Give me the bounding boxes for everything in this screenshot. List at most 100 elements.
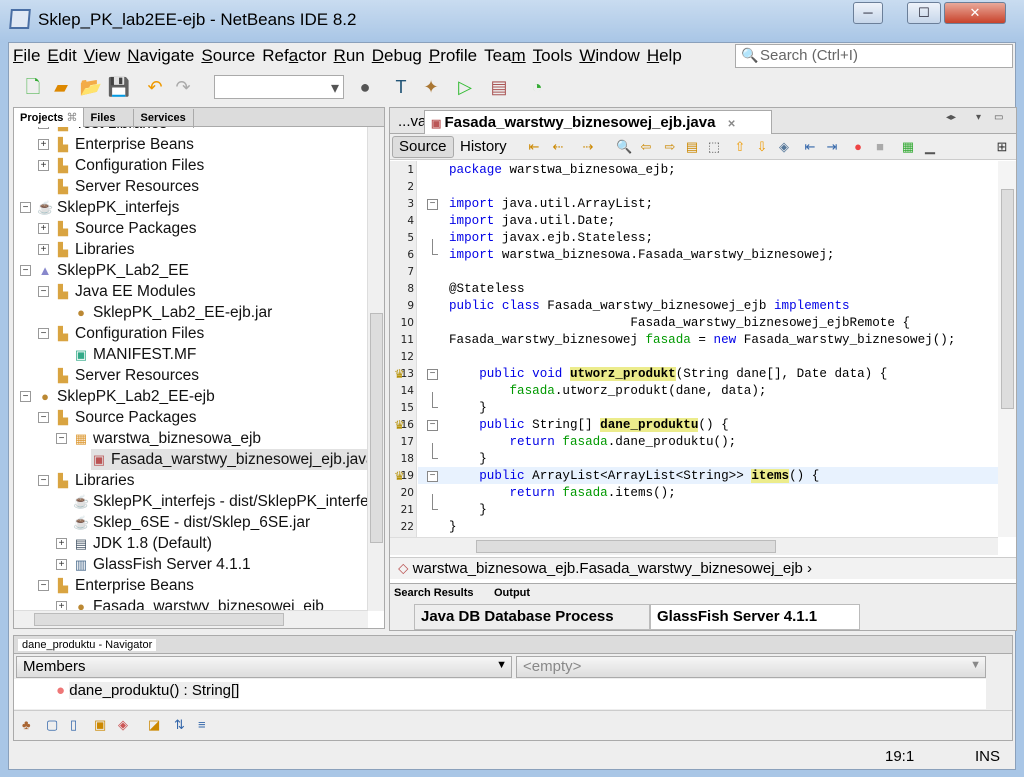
tree-item[interactable]: + ● Fasada_warstwy_biznesowej_ejb	[56, 596, 324, 611]
menu-item[interactable]: Source	[198, 43, 258, 69]
tree-item[interactable]: − ● SklepPK_Lab2_EE-ejb	[20, 386, 215, 407]
comment-icon[interactable]: ▦	[900, 139, 916, 155]
menu-item[interactable]: Navigate	[124, 43, 197, 69]
tree-item[interactable]: − ▲ SklepPK_Lab2_EE	[20, 260, 189, 281]
collapse-icon[interactable]: −	[38, 286, 49, 298]
fold-collapse-icon[interactable]: −	[427, 199, 438, 210]
navigator-item[interactable]: ● dane_produktu() : String[]	[56, 682, 240, 699]
collapse-icon[interactable]: −	[38, 475, 49, 487]
tab-scroll-icon[interactable]: ◂▸	[946, 112, 956, 123]
tree-item[interactable]: − ▙ Libraries	[38, 470, 134, 491]
tab-services[interactable]: Services	[134, 109, 195, 128]
tab-search-results[interactable]: Search Results	[394, 587, 473, 599]
secondary-dropdown[interactable]: <empty> ▼	[516, 656, 986, 678]
expand-icon[interactable]: +	[38, 160, 49, 172]
configuration-dropdown[interactable]	[214, 75, 344, 99]
close-tab-icon[interactable]: ✕	[727, 119, 735, 130]
history-button[interactable]: History	[456, 136, 511, 157]
menu-item[interactable]: Tools	[530, 43, 576, 69]
search-input[interactable]: 🔍 Search (Ctrl+I)	[735, 44, 1013, 68]
clean-build-icon[interactable]: ✦	[419, 75, 443, 99]
sort-by-name-icon[interactable]: ⇅	[174, 717, 185, 733]
editor-vertical-scrollbar[interactable]	[998, 161, 1016, 537]
override-marker-icon[interactable]: ♛	[394, 469, 405, 483]
previous-bookmark-icon[interactable]: ⇧	[732, 139, 748, 155]
collapse-icon[interactable]: −	[20, 391, 31, 403]
tree-item[interactable]: ● SklepPK_Lab2_EE-ejb.jar	[73, 302, 272, 323]
tab-list-icon[interactable]: ▾	[976, 112, 981, 123]
show-nonpublic-icon[interactable]: ▣	[94, 717, 106, 733]
source-button[interactable]: Source	[392, 136, 454, 158]
expand-icon[interactable]: +	[38, 127, 49, 130]
save-all-icon[interactable]: 💾	[107, 75, 131, 99]
last-edit-icon[interactable]: ⇤	[526, 139, 542, 155]
show-inner-icon[interactable]: ◈	[118, 717, 128, 733]
fold-collapse-icon[interactable]: −	[427, 420, 438, 431]
menu-item[interactable]: File	[10, 43, 43, 69]
menu-item[interactable]: Edit	[44, 43, 79, 69]
tree-item[interactable]: − ▙ Enterprise Beans	[38, 575, 194, 596]
expand-icon[interactable]: +	[38, 139, 49, 151]
find-next-icon[interactable]: ⇨	[662, 139, 678, 155]
override-marker-icon[interactable]: ♛	[394, 418, 405, 432]
profile-icon[interactable]: ◔	[525, 75, 549, 99]
collapse-icon[interactable]: −	[20, 202, 31, 214]
undo-icon[interactable]: ↶	[143, 75, 167, 99]
find-icon[interactable]: 🔍	[616, 139, 632, 155]
shift-left-icon[interactable]: ⇤	[802, 139, 818, 155]
expand-icon[interactable]: +	[38, 244, 49, 256]
back-icon[interactable]: ⇠	[550, 139, 566, 155]
expand-icon[interactable]: +	[56, 538, 67, 550]
minimize-button[interactable]: ─	[853, 2, 883, 24]
toggle-bookmark-icon[interactable]: ◈	[776, 139, 792, 155]
redo-icon[interactable]: ↷	[171, 75, 195, 99]
tree-item[interactable]: − ▙ Configuration Files	[38, 323, 204, 344]
menu-item[interactable]: Run	[331, 43, 368, 69]
tab-active-file[interactable]: ▣ Fasada_warstwy_biznesowej_ejb.java ✕	[424, 110, 772, 134]
tree-item[interactable]: + ▙ Test Libraries	[38, 127, 167, 134]
collapse-icon[interactable]: −	[38, 580, 49, 592]
menu-item[interactable]: Help	[644, 43, 685, 69]
tree-item[interactable]: ☕ Sklep_6SE - dist/Sklep_6SE.jar	[73, 512, 310, 533]
tree-horizontal-scrollbar[interactable]	[14, 610, 368, 628]
tree-item[interactable]: + ▥ GlassFish Server 4.1.1	[56, 554, 251, 575]
fqn-icon[interactable]: ◪	[148, 717, 160, 733]
maximize-button[interactable]: ☐	[907, 2, 941, 24]
expand-icon[interactable]: +	[38, 223, 49, 235]
breadcrumb[interactable]: ⬦ warstwa_biznesowa_ejb.Fasada_warstwy_b…	[390, 557, 1016, 579]
members-filter-dropdown[interactable]: Members ▼	[16, 656, 512, 678]
show-static-icon[interactable]: ▯	[70, 717, 77, 733]
build-icon[interactable]: T	[389, 75, 413, 99]
show-fields-icon[interactable]: ▢	[46, 717, 58, 733]
uncomment-icon[interactable]: ▁	[922, 139, 938, 155]
new-file-icon[interactable]: 🗋	[21, 75, 45, 99]
menu-item[interactable]: Debug	[369, 43, 425, 69]
start-macro-icon[interactable]: ●	[850, 139, 866, 154]
debug-icon[interactable]: ▤	[487, 75, 511, 99]
browser-icon[interactable]: ●	[353, 75, 377, 99]
tree-item[interactable]: + ▙ Configuration Files	[38, 155, 204, 176]
new-project-icon[interactable]: ▰	[49, 75, 73, 99]
tab-projects[interactable]: Projects ⌘	[14, 108, 85, 127]
tree-item[interactable]: + ▤ JDK 1.8 (Default)	[56, 533, 212, 554]
menu-item[interactable]: Window	[576, 43, 642, 69]
tree-item[interactable]: ▙ Server Resources	[55, 365, 199, 386]
menu-item[interactable]: Refactor	[259, 43, 329, 69]
collapse-icon[interactable]: −	[38, 328, 49, 340]
inherited-members-icon[interactable]: ♣	[22, 717, 31, 732]
collapse-icon[interactable]: −	[56, 433, 67, 445]
tree-item[interactable]: ▣ Fasada_warstwy_biznesowej_ejb.java	[91, 449, 368, 470]
collapse-icon[interactable]: −	[20, 265, 31, 277]
menu-item[interactable]: View	[81, 43, 124, 69]
close-button[interactable]: ✕	[944, 2, 1006, 24]
forward-icon[interactable]: ⇢	[580, 139, 596, 155]
tree-item[interactable]: ▣ MANIFEST.MF	[73, 344, 197, 365]
tree-item[interactable]: − ▙ Java EE Modules	[38, 281, 196, 302]
menu-item[interactable]: Team	[481, 43, 529, 69]
open-project-icon[interactable]: 📂	[79, 75, 103, 99]
tree-item[interactable]: ▙ Server Resources	[55, 176, 199, 197]
shift-right-icon[interactable]: ⇥	[824, 139, 840, 155]
menu-item[interactable]: Profile	[426, 43, 480, 69]
split-editor-icon[interactable]: ⊞	[994, 139, 1010, 155]
sort-by-source-icon[interactable]: ≡	[198, 717, 206, 732]
